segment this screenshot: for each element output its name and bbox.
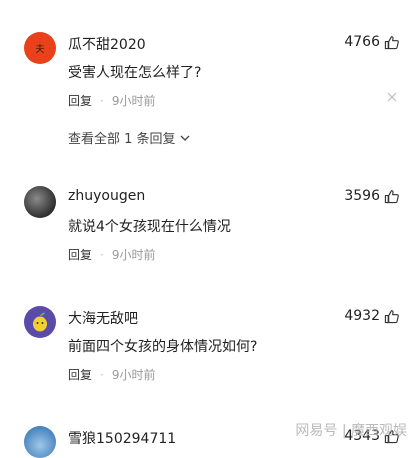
like-count: 4932 [344,308,380,324]
separator-dot: · [100,247,104,262]
username[interactable]: zhuyougen [68,188,145,204]
username[interactable]: 雪狼150294711 [68,428,176,448]
comment-text: 前面四个女孩的身体情况如何? [68,339,258,355]
separator-dot: · [100,367,104,382]
comment-time: 9小时前 [111,368,156,382]
like-count: 3596 [344,188,380,204]
comment-text: 就说4个女孩现在什么情况 [68,219,231,235]
watermark: 网易号 | 魔西观娱 [295,420,407,440]
chevron-down-icon [180,135,190,141]
like-button[interactable]: 3596 [344,188,399,204]
username[interactable]: 瓜不甜2020 [68,34,146,54]
view-replies-button[interactable]: 查看全部 1 条回复 [68,128,190,147]
avatar[interactable]: 夫 [24,32,56,64]
comment-meta: 回复 · 9小时前 [68,246,155,263]
thumbs-up-icon [384,35,399,49]
username[interactable]: 大海无敌吧 [68,308,138,328]
avatar[interactable] [24,306,56,338]
avatar[interactable] [24,186,56,218]
close-icon[interactable] [387,92,397,102]
reply-button[interactable]: 回复 [68,92,92,109]
thumbs-up-icon [384,189,399,203]
comment-time: 9小时前 [111,248,156,262]
comment-meta: 回复 · 9小时前 [68,92,155,109]
like-count: 4766 [344,34,380,50]
watermark-text: 网易号 | 魔西观娱 [295,423,407,439]
view-replies-label: 查看全部 1 条回复 [68,132,176,147]
comment-time: 9小时前 [111,94,156,108]
comment-text: 受害人现在怎么样了? [68,65,202,81]
avatar[interactable] [24,426,56,458]
lemon-icon [33,312,47,332]
reply-button[interactable]: 回复 [68,366,92,383]
avatar-glyph: 夫 [35,44,45,55]
separator-dot: · [100,93,104,108]
reply-button[interactable]: 回复 [68,246,92,263]
comment-meta: 回复 · 9小时前 [68,366,155,383]
like-button[interactable]: 4932 [344,308,399,324]
like-button[interactable]: 4766 [344,34,399,50]
thumbs-up-icon [384,309,399,323]
